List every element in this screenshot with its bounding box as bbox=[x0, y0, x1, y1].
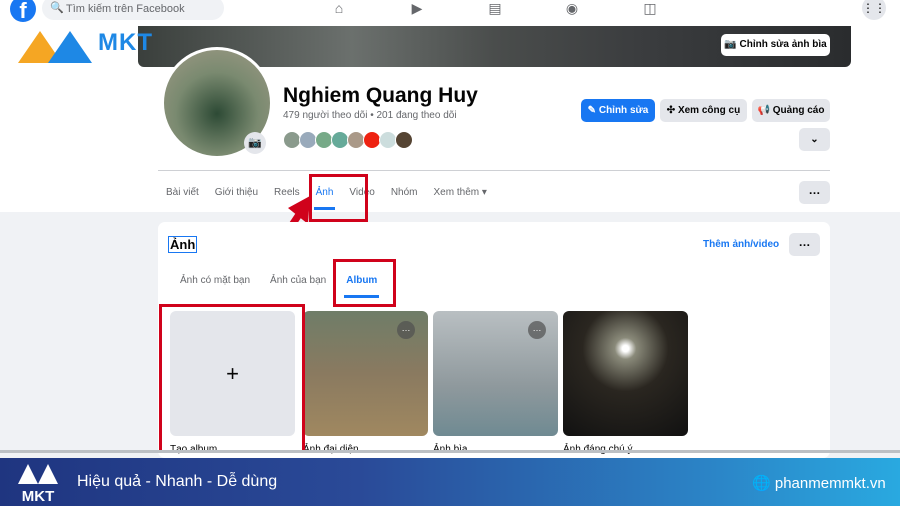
horizontal-scrollbar[interactable] bbox=[0, 450, 900, 453]
divider bbox=[158, 170, 830, 171]
highlight-box bbox=[333, 259, 396, 307]
pencil-icon: ✎ bbox=[587, 105, 599, 116]
edit-profile-button[interactable]: ✎ Chỉnh sửa bbox=[581, 99, 655, 122]
subtab-tagged[interactable]: Ảnh có mặt bạn bbox=[170, 264, 260, 298]
album-options-icon[interactable]: … bbox=[397, 321, 415, 339]
chevron-down-icon[interactable]: ⌄ bbox=[799, 128, 830, 151]
album-tile-featured[interactable] bbox=[563, 311, 688, 436]
search-input[interactable]: 🔍 Tìm kiếm trên Facebook bbox=[42, 0, 224, 20]
tab-posts[interactable]: Bài viết bbox=[158, 176, 207, 210]
groups-icon[interactable]: ◉ bbox=[562, 0, 582, 20]
view-tools-button[interactable]: ✣ Xem công cụ bbox=[660, 99, 747, 122]
album-options-icon[interactable]: … bbox=[528, 321, 546, 339]
camera-icon: 📷 bbox=[724, 39, 740, 50]
footer-logo: MKT bbox=[16, 462, 60, 505]
tab-more[interactable]: Xem thêm ▾ bbox=[426, 176, 495, 210]
add-photo-video-link[interactable]: Thêm ảnh/video bbox=[703, 239, 779, 250]
mkt-watermark-logo: MKT bbox=[18, 27, 168, 63]
photos-more-button[interactable]: … bbox=[789, 233, 820, 256]
follower-stats[interactable]: 479 người theo dõi • 201 đang theo dõi bbox=[283, 110, 457, 121]
gaming-icon[interactable]: ◫ bbox=[640, 0, 660, 20]
tab-groups[interactable]: Nhóm bbox=[383, 176, 426, 210]
globe-icon: 🌐 bbox=[752, 475, 775, 492]
search-icon: 🔍 bbox=[50, 2, 64, 14]
friend-avatars[interactable] bbox=[283, 131, 413, 149]
tools-icon: ✣ bbox=[666, 105, 678, 116]
video-icon[interactable]: ▶ bbox=[407, 0, 427, 20]
footer-slogan: Hiệu quả - Nhanh - Dễ dùng bbox=[77, 473, 278, 490]
ads-button[interactable]: 📢 Quảng cáo bbox=[752, 99, 830, 122]
subtab-your-photos[interactable]: Ảnh của bạn bbox=[260, 264, 336, 298]
camera-icon[interactable]: 📷 bbox=[244, 132, 266, 154]
megaphone-icon: 📢 bbox=[757, 105, 773, 116]
home-icon[interactable]: ⌂ bbox=[329, 0, 349, 20]
photos-title: Ảnh bbox=[168, 236, 198, 253]
marketplace-icon[interactable]: ▤ bbox=[485, 0, 505, 20]
highlight-box bbox=[159, 304, 305, 453]
more-options-button[interactable]: … bbox=[799, 181, 830, 204]
profile-name: Nghiem Quang Huy bbox=[283, 84, 478, 107]
footer-website: 🌐 phanmemmkt.vn bbox=[752, 475, 886, 492]
edit-cover-button[interactable]: 📷 Chỉnh sửa ảnh bìa bbox=[721, 34, 830, 56]
